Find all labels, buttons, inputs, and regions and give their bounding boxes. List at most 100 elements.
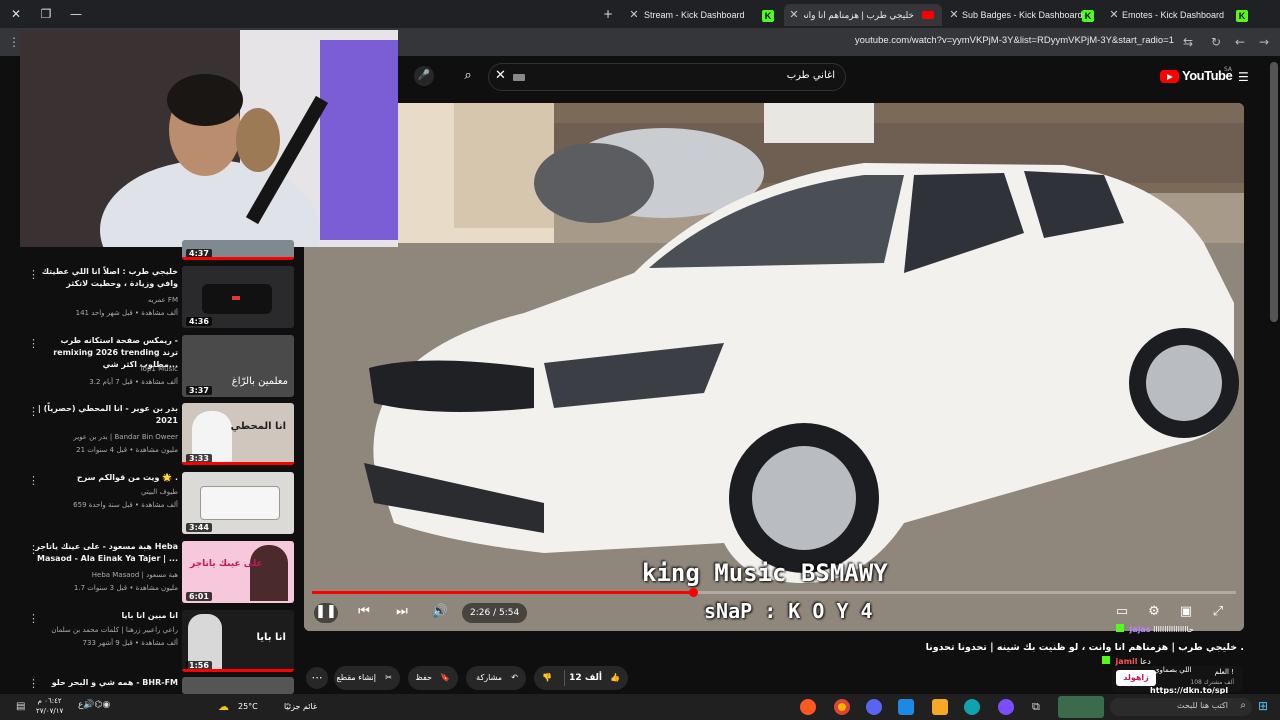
- windows-start-icon[interactable]: ⊞: [1258, 699, 1268, 713]
- dislike-icon[interactable]: 👎: [542, 666, 552, 690]
- scrollbar[interactable]: [1270, 62, 1278, 322]
- volume-button[interactable]: 🔊: [428, 603, 452, 621]
- video-thumbnail[interactable]: [182, 677, 294, 694]
- webcam-image: [20, 30, 398, 247]
- clock[interactable]: ٠٦:٤٢ م ٢٧/٠٧/١٧: [36, 696, 63, 716]
- task-view-icon[interactable]: ⧉: [1032, 700, 1040, 714]
- webcam-overlay: [20, 30, 398, 247]
- tab-stream-dashboard[interactable]: ✕ Stream - Kick Dashboard K: [624, 4, 782, 26]
- tab-sub-badges[interactable]: ✕ Sub Badges - Kick Dashboard K: [944, 4, 1102, 26]
- obs-icon[interactable]: [800, 699, 816, 715]
- channel-name[interactable]: راعي راعبير زرهنا | كلمات محمد بن سلمان: [51, 626, 178, 634]
- list-item[interactable]: ⋮ ويت من قوالكم سرح 🌟 . طيوف البيتي 659 …: [20, 472, 296, 536]
- clip-button[interactable]: ✂ إنشاء مقطع: [334, 666, 400, 690]
- taskbar-search[interactable]: ⌕ اكتب هنا للبحث: [1110, 698, 1252, 716]
- fullscreen-button[interactable]: ⤢: [1206, 603, 1230, 621]
- restore-window-icon[interactable]: ❐: [38, 6, 54, 22]
- save-button[interactable]: 🔖 حفظ: [408, 666, 458, 690]
- close-tab-icon[interactable]: ✕: [1108, 4, 1120, 26]
- search-input[interactable]: ✕ اغاني طرب: [488, 63, 846, 91]
- system-tray-icons[interactable]: ع🔊⌬◉: [78, 700, 110, 710]
- list-item[interactable]: ⋮ انا مبين انا بايا راعي راعبير زرهنا | …: [20, 610, 296, 674]
- channel-name[interactable]: Heba Masaod | هبة مسعود: [92, 571, 178, 579]
- tab-youtube-video[interactable]: ✕ خليجي طرب | هزمناهم انا وانت: [784, 4, 942, 26]
- list-item[interactable]: ⋮ هبة مسعود - على عينك ياتاجر Heba Masao…: [20, 541, 296, 605]
- forward-icon[interactable]: ←: [1232, 34, 1248, 50]
- copilot-icon[interactable]: [998, 699, 1014, 715]
- minimize-window-icon[interactable]: —: [68, 6, 84, 22]
- more-actions-icon[interactable]: ⋯: [306, 667, 328, 689]
- close-tab-icon[interactable]: ✕: [788, 4, 800, 26]
- search-value: اغاني طرب: [786, 70, 835, 81]
- pause-button[interactable]: ❚❚: [314, 603, 338, 623]
- new-tab-icon[interactable]: +: [600, 6, 616, 22]
- youtube-play-icon: [1160, 70, 1179, 83]
- video-title[interactable]: هبة مسعود - على عينك ياتاجر Heba Masaod …: [28, 541, 178, 565]
- next-button[interactable]: ⏭: [390, 603, 414, 621]
- tab-emotes[interactable]: ✕ Emotes - Kick Dashboard K: [1104, 4, 1254, 26]
- keyboard-icon[interactable]: [513, 74, 525, 81]
- chat-message: jamil دعا: [1102, 656, 1151, 666]
- reload-icon[interactable]: ↻: [1208, 34, 1224, 50]
- kick-badge-icon: [1116, 624, 1124, 632]
- list-item[interactable]: ⋮ خليجي طرب : اصلاً انا اللي عطيتك وافي …: [20, 266, 296, 330]
- tab-label: Sub Badges - Kick Dashboard: [962, 10, 1083, 20]
- video-title[interactable]: ويت من قوالكم سرح 🌟 .: [28, 472, 178, 484]
- list-item[interactable]: ⋮ همه شي و البحر حلو - BHR-FM: [20, 677, 296, 694]
- edge-icon[interactable]: [964, 699, 980, 715]
- url-field[interactable]: youtube.com/watch?v=yymVKPjM-3Y&list=RDy…: [855, 35, 1174, 46]
- back-icon[interactable]: →: [1256, 34, 1272, 50]
- video-thumbnail[interactable]: 3:44: [182, 472, 294, 534]
- search-icon[interactable]: ⌕: [458, 66, 478, 86]
- progress-handle[interactable]: [688, 588, 698, 597]
- channel-name[interactable]: عمريه FM: [148, 296, 178, 304]
- chrome-icon[interactable]: [834, 699, 850, 715]
- thumbnail-text: معلمين بالرّاغ: [231, 376, 288, 387]
- video-title[interactable]: همه شي و البحر حلو - BHR-FM: [28, 677, 178, 689]
- miniplayer-button[interactable]: ▣: [1174, 603, 1198, 621]
- browser-tab-bar: ✕ ❐ — + ✕ Stream - Kick Dashboard K ✕ خل…: [0, 0, 1280, 28]
- list-item[interactable]: 4:37: [20, 240, 296, 260]
- hamburger-menu-icon[interactable]: ☰: [1238, 70, 1249, 84]
- channel-name[interactable]: Top1 Music: [140, 365, 178, 373]
- chat-text: حاااااااااااااااا: [1153, 625, 1194, 634]
- settings-gear-icon[interactable]: ⚙: [1142, 603, 1166, 621]
- video-thumbnail[interactable]: على عينك ياتاجر 6:01: [182, 541, 294, 603]
- captions-button[interactable]: ▭: [1110, 603, 1134, 621]
- list-item[interactable]: ⋮ ريمكس صفحة استكانه طرب - remixing 2026…: [20, 335, 296, 399]
- file-explorer-icon[interactable]: [932, 699, 948, 715]
- like-icon[interactable]: 👍: [610, 666, 620, 690]
- video-title[interactable]: خليجي طرب : اصلاً انا اللي عطيتك وافي وز…: [28, 266, 178, 290]
- microphone-icon[interactable]: 🎤: [414, 66, 434, 86]
- video-thumbnail[interactable]: معلمين بالرّاغ 3:37: [182, 335, 294, 397]
- progress-track[interactable]: [312, 588, 1236, 597]
- video-thumbnail[interactable]: انا بايا 1:56: [182, 610, 294, 672]
- discord-icon[interactable]: [866, 699, 882, 715]
- weather-widget[interactable]: ☁ 25°C غائم جزئيًا: [210, 698, 320, 716]
- watched-bar: [182, 462, 294, 465]
- notification-icon[interactable]: ▤: [16, 701, 25, 712]
- thumbnail-text: انا المحطي: [230, 421, 286, 432]
- store-icon[interactable]: [898, 699, 914, 715]
- close-tab-icon[interactable]: ✕: [628, 4, 640, 26]
- video-thumbnail[interactable]: 4:37: [182, 240, 294, 260]
- clear-search-icon[interactable]: ✕: [495, 68, 506, 83]
- video-title[interactable]: بدر بن عوير - انا المحطي (حصرياً) | 2021: [28, 403, 178, 427]
- video-player[interactable]: king Music BSMAWY sNaP : K O Y 4 ❚❚ ⏮ ⏭ …: [304, 103, 1244, 631]
- progress-fill: [312, 591, 693, 594]
- channel-name[interactable]: بدر بن عوير | Bandar Bin Oweer: [73, 433, 178, 441]
- close-tab-icon[interactable]: ✕: [948, 4, 960, 26]
- install-app-icon[interactable]: ⇆: [1180, 34, 1196, 50]
- previous-button[interactable]: ⏮: [352, 603, 376, 621]
- video-thumbnail[interactable]: انا المحطي 3:33: [182, 403, 294, 465]
- share-button[interactable]: ↶ مشاركة: [466, 666, 526, 690]
- list-item[interactable]: ⋮ بدر بن عوير - انا المحطي (حصرياً) | 20…: [20, 403, 296, 467]
- video-thumbnail[interactable]: 4:36: [182, 266, 294, 328]
- taskbar: ٠٦:٤٢ م ٢٧/٠٧/١٧ ▤ ع🔊⌬◉ ☁ 25°C غائم جزئي…: [0, 694, 1280, 720]
- like-dislike-group: 👎 12 ألف 👍: [534, 666, 628, 690]
- close-window-icon[interactable]: ✕: [8, 6, 24, 22]
- duration-badge: 3:44: [186, 523, 212, 532]
- video-meta: 733 ألف مشاهدة • قبل 9 أشهر: [82, 639, 178, 647]
- channel-name[interactable]: طيوف البيتي: [141, 488, 178, 496]
- video-title[interactable]: انا مبين انا بايا: [28, 610, 178, 622]
